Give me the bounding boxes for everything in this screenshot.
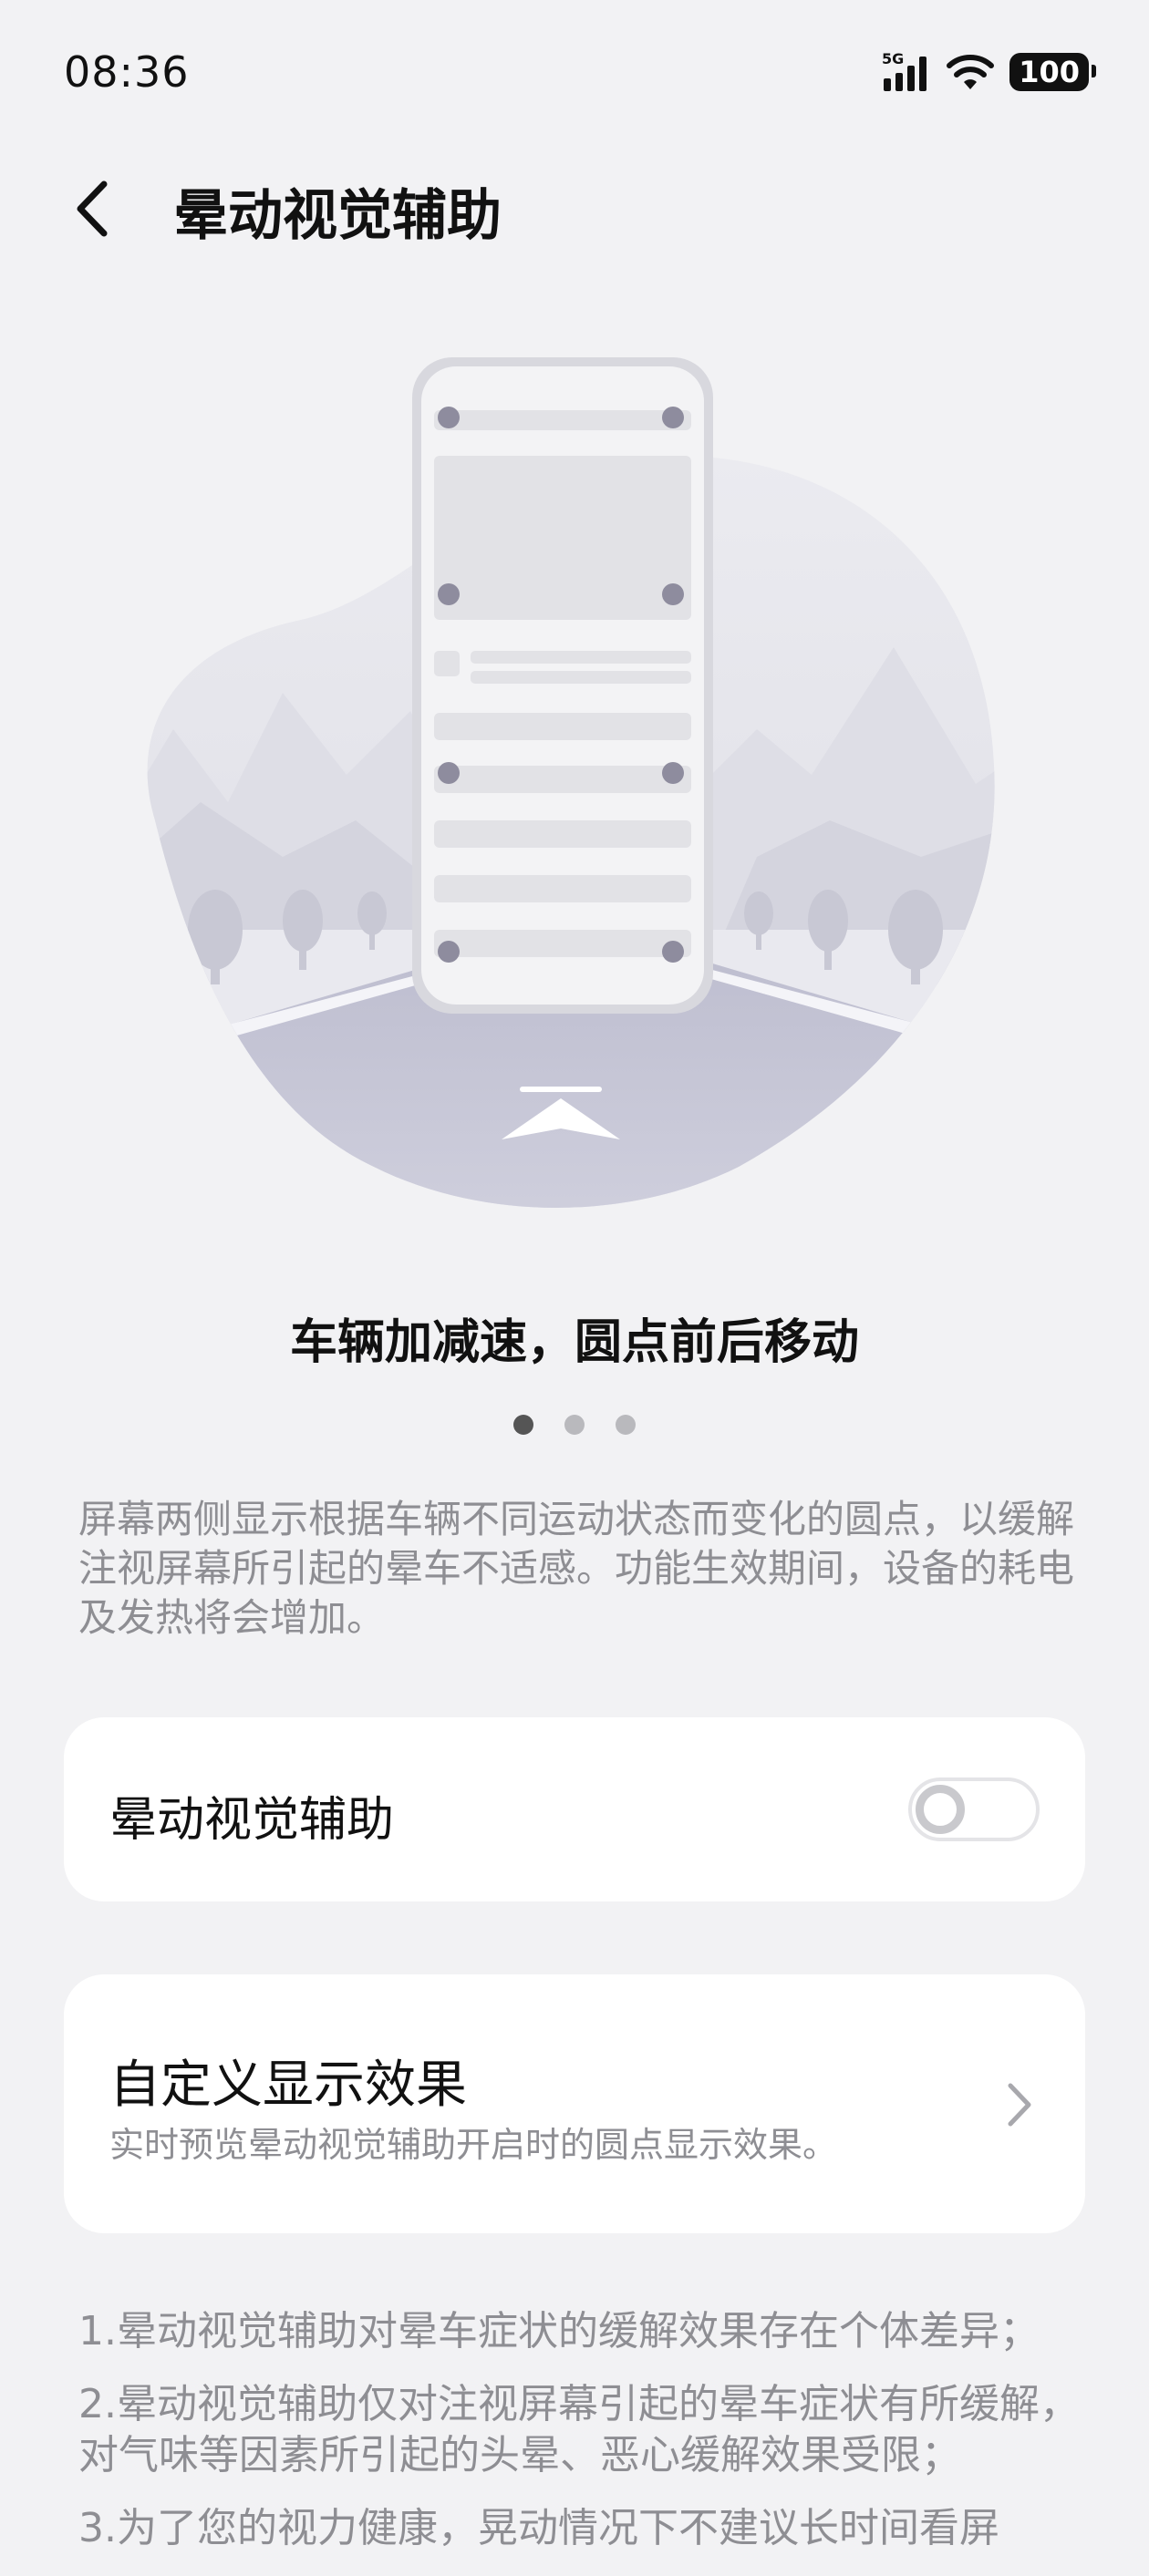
pager-dot-2[interactable] (564, 1415, 585, 1435)
wifi-icon (947, 55, 995, 89)
status-icons: 5G 100 (882, 51, 1096, 93)
status-bar: 08:36 5G 100 (0, 0, 1149, 155)
motion-cue-illustration (147, 357, 995, 1208)
motion-assist-switch[interactable] (908, 1777, 1040, 1841)
network-label: 5G (882, 51, 904, 67)
switch-knob (916, 1785, 965, 1834)
pager-dot-3[interactable] (616, 1415, 636, 1435)
cellular-5g-icon: 5G (882, 51, 927, 91)
page-title: 晕动视觉辅助 (173, 184, 502, 248)
note-item: 2.晕动视觉辅助仅对注视屏幕引起的晕车症状有所缓解，对气味等因素所引起的头晕、恶… (78, 2381, 1080, 2478)
custom-display-title: 自定义显示效果 (109, 2056, 467, 2115)
carousel-pager (0, 1415, 1149, 1435)
custom-display-card[interactable]: 自定义显示效果 实时预览晕动视觉辅助开启时的圆点显示效果。 (64, 1974, 1085, 2233)
toggle-label: 晕动视觉辅助 (109, 1793, 395, 1848)
feature-description: 屏幕两侧显示根据车辆不同运动状态而变化的圆点，以缓解注视屏幕所引起的晕车不适感。… (78, 1497, 1075, 1640)
status-time: 08:36 (64, 47, 190, 97)
chevron-right-icon (1008, 2083, 1031, 2127)
toggle-card: 晕动视觉辅助 (64, 1717, 1085, 1901)
pager-dot-1[interactable] (513, 1415, 533, 1435)
notes-list: 1.晕动视觉辅助对晕车症状的缓解效果存在个体差异； 2.晕动视觉辅助仅对注视屏幕… (78, 2306, 1082, 2576)
custom-display-subtitle: 实时预览晕动视觉辅助开启时的圆点显示效果。 (109, 2125, 838, 2165)
header: 晕动视觉辅助 (0, 164, 1149, 255)
note-item: 3.为了您的视力健康，晃动情况下不建议长时间看屏 (78, 2505, 999, 2551)
battery-indicator: 100 (1009, 53, 1096, 91)
back-arrow-icon[interactable] (64, 177, 128, 241)
carousel-caption: 车辆加减速，圆点前后移动 (289, 1315, 859, 1370)
note-item: 1.晕动视觉辅助对晕车症状的缓解效果存在个体差异； (78, 2308, 1040, 2354)
